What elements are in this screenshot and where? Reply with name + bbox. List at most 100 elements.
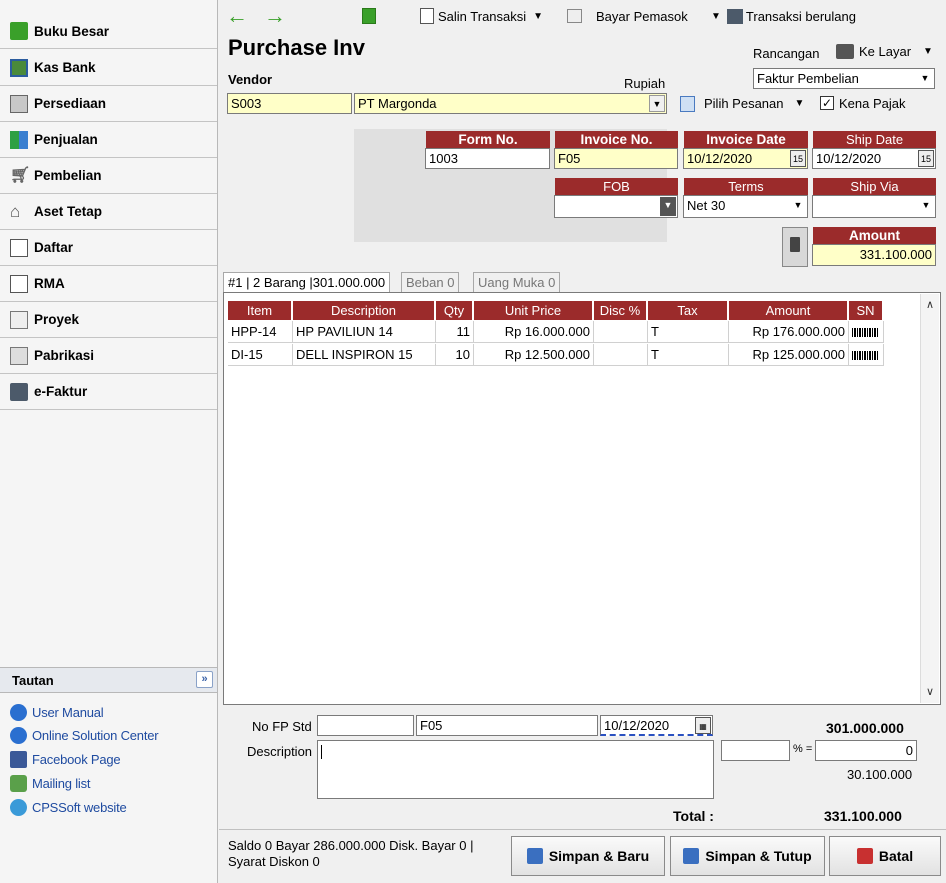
project-icon <box>10 310 28 329</box>
description-textarea[interactable] <box>317 740 714 799</box>
facebook-icon <box>10 750 27 768</box>
cell-amount[interactable]: Rp 176.000.000 <box>729 321 849 343</box>
copy-icon[interactable] <box>362 6 376 26</box>
sidebar-item-e-faktur[interactable]: e-Faktur <box>0 374 217 410</box>
ship-via-header: Ship Via <box>813 178 936 196</box>
discount-amount-input[interactable]: 0 <box>815 740 917 761</box>
design-label: Rancangan <box>753 46 820 61</box>
currency-label: Rupiah <box>624 76 666 91</box>
print-target-label: Ke Layar <box>859 43 912 59</box>
collapse-chevron-icon[interactable]: » <box>196 671 213 688</box>
design-select[interactable]: Faktur Pembelian ▼ <box>753 68 935 89</box>
cancel-button[interactable]: Batal <box>829 836 941 876</box>
choose-order-menu[interactable]: Pilih Pesanan ▼ <box>680 93 804 114</box>
tautan-header: Tautan » <box>0 667 217 693</box>
no-fp-input[interactable] <box>317 715 414 736</box>
cart-icon: 🛒︎ <box>10 166 31 184</box>
vendor-code-input[interactable]: S003 <box>227 93 352 114</box>
link-facebook-page[interactable]: Facebook Page <box>10 749 121 769</box>
sidebar-item-label: RMA <box>34 276 65 291</box>
taxable-checkbox[interactable]: ✓ Kena Pajak <box>820 94 906 112</box>
link-label: Online Solution Center <box>32 727 159 743</box>
dropdown-arrow-icon: ▼ <box>918 197 934 214</box>
sidebar-item-rma[interactable]: RMA <box>0 266 217 302</box>
sidebar-item-persediaan[interactable]: Persediaan <box>0 86 217 122</box>
recurring-label: Transaksi berulang <box>745 8 856 24</box>
vendor-name-select[interactable]: PT Margonda ▼ <box>354 93 667 114</box>
page-title: Purchase Inv <box>228 35 365 60</box>
invoice-no-input[interactable]: F05 <box>554 148 678 169</box>
invoice-date-header: Invoice Date <box>684 131 808 149</box>
total-value: 331.100.000 <box>824 808 902 824</box>
cell-unit-price[interactable]: Rp 12.500.000 <box>474 344 594 366</box>
ship-date-input[interactable]: 10/12/2020 15 <box>812 148 936 169</box>
link-label: CPSSoft website <box>32 799 127 815</box>
forward-arrow-icon[interactable]: → <box>264 5 286 27</box>
link-online-solution-center[interactable]: Online Solution Center <box>10 725 159 745</box>
link-user-manual[interactable]: User Manual <box>10 702 104 722</box>
cell-amount[interactable]: Rp 125.000.000 <box>729 344 849 366</box>
calendar-icon[interactable]: 15 <box>790 150 806 167</box>
scroll-up-icon[interactable]: ∧ <box>921 296 939 314</box>
dropdown-arrow-icon: ▼ <box>794 98 805 109</box>
tab-expenses[interactable]: Beban 0 <box>401 272 460 292</box>
sidebar-item-aset-tetap[interactable]: ⌂ Aset Tetap <box>0 194 217 230</box>
print-target-menu[interactable]: Ke Layar ▼ <box>836 41 933 61</box>
cell-description[interactable]: HP PAVILIUN 14 <box>293 321 436 343</box>
sidebar-item-penjualan[interactable]: Penjualan <box>0 122 217 158</box>
fp-invoice-input[interactable]: F05 <box>416 715 598 736</box>
back-arrow-icon[interactable]: ← <box>226 5 248 27</box>
ship-via-select[interactable]: ▼ <box>812 195 936 218</box>
calendar-icon[interactable]: 15 <box>918 150 934 167</box>
cell-tax[interactable]: T <box>648 321 729 343</box>
cell-tax[interactable]: T <box>648 344 729 366</box>
cell-disc[interactable] <box>594 321 648 343</box>
cell-item[interactable]: DI-15 <box>228 344 293 366</box>
fob-select[interactable]: ▼ <box>554 195 678 218</box>
cell-qty[interactable]: 11 <box>436 321 474 343</box>
cell-disc[interactable] <box>594 344 648 366</box>
form-no-header: Form No. <box>426 131 550 149</box>
save-new-button[interactable]: Simpan & Baru <box>511 836 665 876</box>
grid-scrollbar[interactable]: ∧ ∨ <box>920 294 939 703</box>
items-grid: Item Description Qty Unit Price Disc % T… <box>223 292 941 705</box>
cell-item[interactable]: HPP-14 <box>228 321 293 343</box>
design-select-value: Faktur Pembelian <box>757 71 859 86</box>
fp-date-input[interactable]: 10/12/2020 ▦ <box>600 715 713 736</box>
calculator-icon[interactable] <box>782 227 808 267</box>
sidebar-item-proyek[interactable]: Proyek <box>0 302 217 338</box>
sidebar-item-pabrikasi[interactable]: Pabrikasi <box>0 338 217 374</box>
recurring-transaction-menu[interactable]: ▼ Transaksi berulang <box>711 6 856 26</box>
form-no-input[interactable]: 1003 <box>425 148 550 169</box>
sidebar-item-pembelian[interactable]: 🛒︎ Pembelian <box>0 158 217 194</box>
sidebar-item-daftar[interactable]: Daftar <box>0 230 217 266</box>
cell-unit-price[interactable]: Rp 16.000.000 <box>474 321 594 343</box>
link-cpssoft-website[interactable]: CPSSoft website <box>10 797 127 817</box>
cell-sn[interactable] <box>849 321 884 343</box>
cell-qty[interactable]: 10 <box>436 344 474 366</box>
copy-transaction-label: Salin Transaksi <box>438 8 527 24</box>
cell-description[interactable]: DELL INSPIRON 15 <box>293 344 436 366</box>
sidebar-item-label: Pabrikasi <box>34 348 95 363</box>
tab-items[interactable]: #1 | 2 Barang |301.000.000 <box>223 272 391 293</box>
ledger-icon <box>10 22 28 40</box>
save-icon <box>526 848 543 864</box>
sidebar-item-buku-besar[interactable]: Buku Besar <box>0 14 217 49</box>
dropdown-arrow-icon: ▼ <box>533 10 544 22</box>
link-mailing-list[interactable]: Mailing list <box>10 773 90 793</box>
cell-sn[interactable] <box>849 344 884 366</box>
terms-select[interactable]: Net 30 ▼ <box>683 195 808 218</box>
scroll-down-icon[interactable]: ∨ <box>921 683 939 701</box>
pay-supplier-button[interactable]: Bayar Pemasok <box>567 6 688 26</box>
discount-percent-input[interactable] <box>721 740 790 761</box>
dropdown-arrow-icon: ▼ <box>711 10 721 22</box>
barcode-icon <box>852 351 879 361</box>
sidebar-item-kas-bank[interactable]: Kas Bank <box>0 50 217 86</box>
calendar-icon[interactable]: ▦ <box>695 717 711 734</box>
copy-transaction-menu[interactable]: Salin Transaksi ▼ <box>420 6 543 26</box>
save-close-button[interactable]: Simpan & Tutup <box>670 836 825 876</box>
invoice-date-input[interactable]: 10/12/2020 15 <box>683 148 808 169</box>
col-qty: Qty <box>436 301 473 320</box>
tab-down-payment[interactable]: Uang Muka 0 <box>473 272 561 292</box>
invoice-no-header: Invoice No. <box>555 131 678 149</box>
